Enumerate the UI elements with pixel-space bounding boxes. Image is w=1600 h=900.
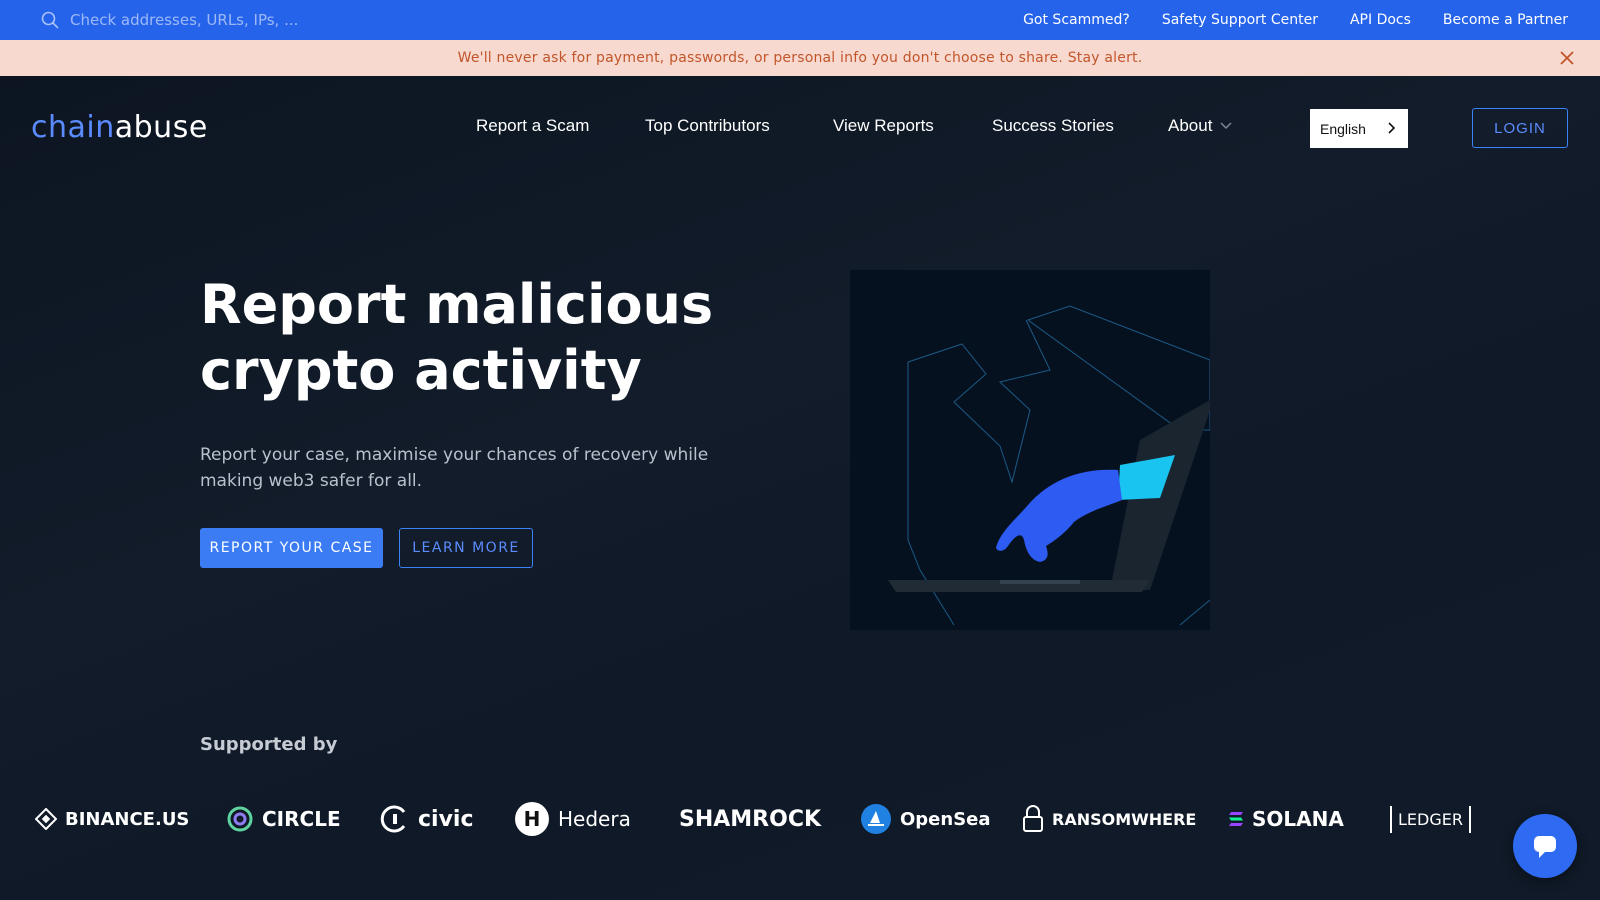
binance-icon: [35, 808, 57, 830]
search-icon: [41, 11, 59, 29]
top-links: Got Scammed? Safety Support Center API D…: [1023, 0, 1568, 40]
report-your-case-button[interactable]: REPORT YOUR CASE: [200, 528, 383, 568]
opensea-icon: [861, 804, 891, 834]
chat-button[interactable]: [1513, 814, 1577, 878]
logo-abuse: abuse: [114, 110, 208, 145]
ransomwhere-logo: RANSOMWHERE: [1022, 795, 1196, 843]
hedera-icon: H: [515, 802, 549, 836]
login-button[interactable]: LOGIN: [1472, 108, 1568, 148]
hero-title-line1: Report malicious: [200, 273, 714, 336]
chat-bubble-icon: [1534, 836, 1556, 858]
ransomwhere-label: RANSOMWHERE: [1052, 809, 1197, 829]
civic-icon: [380, 805, 406, 833]
binance-us-label: BINANCE.US: [65, 808, 190, 830]
safety-support-link[interactable]: Safety Support Center: [1162, 12, 1318, 28]
circle-label: CIRCLE: [262, 807, 341, 831]
circle-brand-icon: [227, 806, 253, 832]
chevron-down-icon: [1220, 122, 1232, 130]
become-partner-link[interactable]: Become a Partner: [1443, 12, 1568, 28]
chevron-right-icon: [1388, 122, 1396, 134]
nav-success-stories[interactable]: Success Stories: [992, 116, 1114, 136]
hero-title: Report malicious crypto activity: [200, 272, 760, 404]
supported-by-heading: Supported by: [200, 734, 338, 755]
circle-logo: CIRCLE: [226, 795, 341, 843]
logo-chain: chain: [31, 110, 115, 145]
nav-about-label: About: [1168, 116, 1213, 135]
address-search: [40, 0, 640, 40]
svg-text:H: H: [524, 807, 541, 831]
close-icon[interactable]: [1558, 49, 1576, 67]
language-label: English: [1320, 120, 1366, 137]
search-input[interactable]: [70, 11, 590, 29]
safety-alert-bar: We'll never ask for payment, passwords, …: [0, 40, 1600, 76]
nav-top-contributors[interactable]: Top Contributors: [645, 116, 770, 136]
opensea-label: OpenSea: [900, 808, 991, 830]
alert-message: We'll never ask for payment, passwords, …: [457, 50, 1143, 66]
hedera-logo: H Hedera: [514, 795, 631, 843]
learn-more-button[interactable]: LEARN MORE: [399, 528, 533, 568]
civic-label: civic: [418, 806, 474, 832]
binance-us-logo: BINANCE.US: [35, 795, 189, 843]
hedera-label: Hedera: [558, 807, 631, 831]
top-utility-bar: Got Scammed? Safety Support Center API D…: [0, 0, 1600, 40]
lock-icon: [1023, 805, 1043, 832]
nav-view-reports[interactable]: View Reports: [833, 116, 934, 136]
partner-logos: BINANCE.US CIRCLE civic H Hedera SHAMROC…: [0, 795, 1600, 843]
hero-subtitle: Report your case, maximise your chances …: [200, 445, 709, 491]
shamrock-label: SHAMROCK: [679, 806, 822, 832]
hero-illustration: [850, 270, 1210, 630]
api-docs-link[interactable]: API Docs: [1350, 12, 1411, 28]
nav-report-scam[interactable]: Report a Scam: [476, 116, 589, 136]
solana-label: SOLANA: [1252, 807, 1344, 831]
got-scammed-link[interactable]: Got Scammed?: [1023, 12, 1130, 28]
ledger-logo: LEDGER: [1390, 795, 1471, 843]
language-selector[interactable]: English: [1310, 109, 1408, 148]
opensea-logo: OpenSea: [860, 795, 991, 843]
chainabuse-logo[interactable]: chainabuse: [31, 110, 208, 145]
hero-title-line2: crypto activity: [200, 339, 642, 402]
ledger-label: LEDGER: [1390, 805, 1471, 833]
civic-logo: civic: [380, 795, 474, 843]
nav-about[interactable]: About: [1168, 116, 1232, 136]
shamrock-logo: SHAMROCK: [679, 795, 821, 843]
solana-logo: SOLANA: [1228, 795, 1344, 843]
solana-icon: [1229, 812, 1243, 826]
